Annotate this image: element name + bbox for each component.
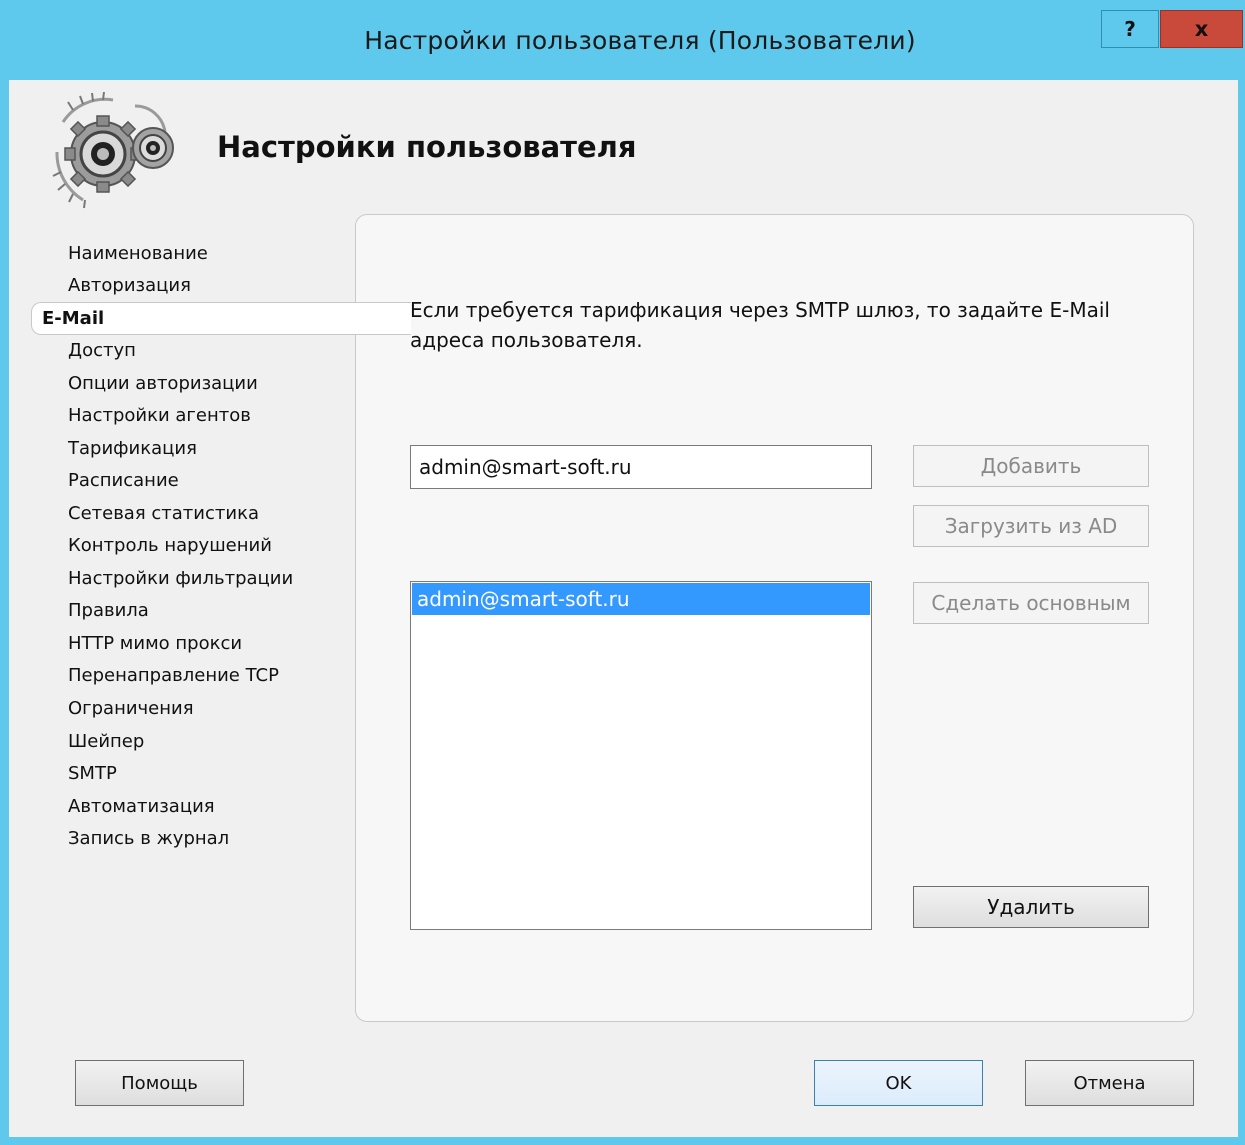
sidebar-item-billing[interactable]: Тарификация <box>68 433 197 465</box>
sidebar-item-net-stats[interactable]: Сетевая статистика <box>68 498 259 530</box>
sidebar-item-shaper[interactable]: Шейпер <box>68 726 144 758</box>
list-item[interactable]: admin@smart-soft.ru <box>412 583 870 615</box>
window-title: Настройки пользователя (Пользователи) <box>364 26 916 55</box>
sidebar-item-access[interactable]: Доступ <box>68 335 136 367</box>
sidebar-item-email[interactable]: E-Mail <box>31 302 411 335</box>
sidebar-item-rules[interactable]: Правила <box>68 595 149 627</box>
sidebar-item-authorization[interactable]: Авторизация <box>68 270 191 302</box>
panel-description: Если требуется тарификация через SMTP шл… <box>410 298 1110 352</box>
sidebar-item-http-bypass[interactable]: HTTP мимо прокси <box>68 628 242 660</box>
sidebar-item-logging[interactable]: Запись в журнал <box>68 823 229 855</box>
sidebar-item-smtp[interactable]: SMTP <box>68 758 117 790</box>
load-from-ad-button[interactable]: Загрузить из AD <box>913 505 1149 547</box>
sidebar-item-violations[interactable]: Контроль нарушений <box>68 530 272 562</box>
sidebar-item-auth-options[interactable]: Опции авторизации <box>68 368 258 400</box>
gears-icon <box>52 92 174 209</box>
email-input[interactable] <box>410 445 872 489</box>
sidebar-item-name[interactable]: Наименование <box>68 238 208 270</box>
email-list[interactable]: admin@smart-soft.ru <box>410 581 872 930</box>
cancel-button[interactable]: Отмена <box>1025 1060 1194 1106</box>
sidebar-item-limits[interactable]: Ограничения <box>68 693 194 725</box>
add-email-button[interactable]: Добавить <box>913 445 1149 487</box>
close-icon[interactable]: x <box>1160 10 1243 48</box>
dialog-client: Настройки пользователя Наименование Авто… <box>9 80 1238 1137</box>
email-settings-panel: Если требуется тарификация через SMTP шл… <box>355 214 1194 1022</box>
delete-email-button[interactable]: Удалить <box>913 886 1149 928</box>
sidebar-item-filter-settings[interactable]: Настройки фильтрации <box>68 563 293 595</box>
sidebar-item-schedule[interactable]: Расписание <box>68 465 179 497</box>
make-primary-button[interactable]: Сделать основным <box>913 582 1149 624</box>
sidebar-item-automation[interactable]: Автоматизация <box>68 791 215 823</box>
help-button[interactable]: Помощь <box>75 1060 244 1106</box>
sidebar-item-tcp-redirect[interactable]: Перенаправление TCP <box>68 660 279 692</box>
help-icon[interactable]: ? <box>1101 10 1159 48</box>
page-title: Настройки пользователя <box>217 130 637 164</box>
title-bar: Настройки пользователя (Пользователи) ? … <box>0 0 1245 80</box>
sidebar-item-agent-settings[interactable]: Настройки агентов <box>68 400 251 432</box>
ok-button[interactable]: OK <box>814 1060 983 1106</box>
